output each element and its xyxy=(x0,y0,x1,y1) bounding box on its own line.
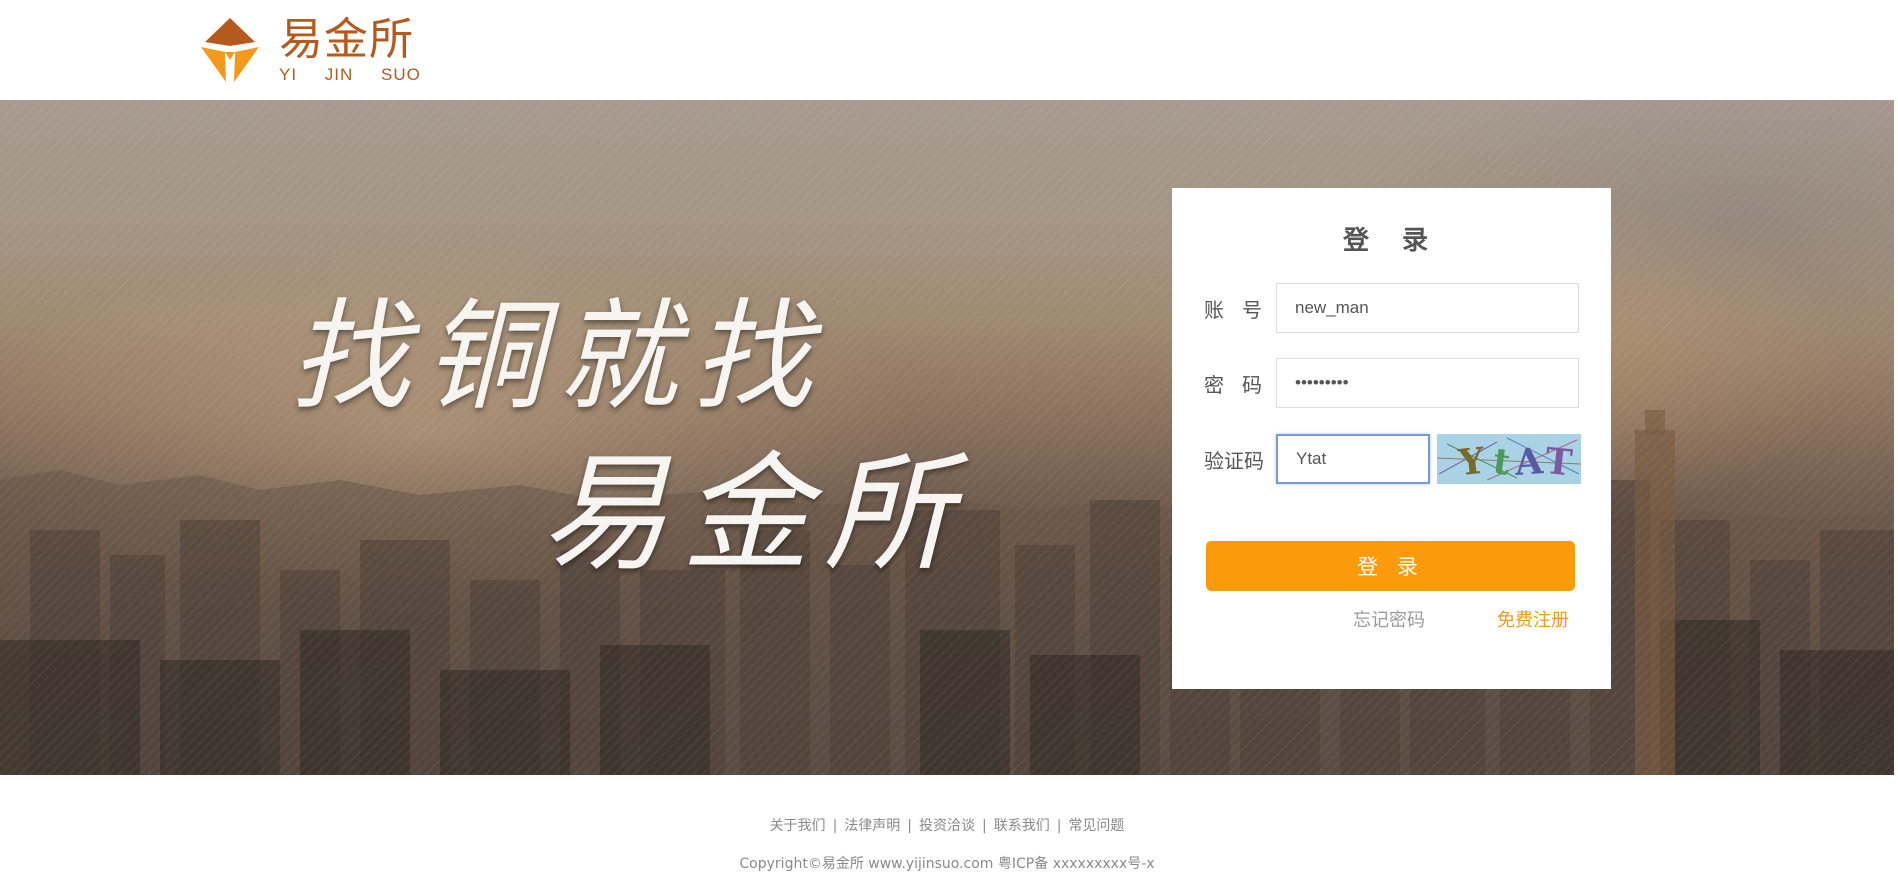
logo-english-name: YI JIN SUO xyxy=(279,65,421,84)
footer-link-faq[interactable]: 常见问题 xyxy=(1068,818,1124,834)
captcha-input[interactable] xyxy=(1276,434,1430,484)
password-input[interactable] xyxy=(1276,358,1579,408)
captcha-row: 验证码 Y t A T xyxy=(1204,434,1581,484)
footer-links: 关于我们 | 法律声明 | 投资洽谈 | 联系我们 | 常见问题 xyxy=(0,815,1894,835)
logo-text: 易金所 YI JIN SUO xyxy=(279,16,421,84)
password-row: 密 码 xyxy=(1204,358,1579,408)
footer-link-contact[interactable]: 联系我们 xyxy=(994,818,1050,834)
footer-separator: | xyxy=(1056,818,1062,834)
login-title: 登 录 xyxy=(1342,226,1441,256)
forgot-password-link[interactable]: 忘记密码 xyxy=(1353,606,1425,632)
free-register-link[interactable]: 免费注册 xyxy=(1497,606,1569,632)
account-label: 账 号 xyxy=(1204,297,1262,322)
account-input[interactable] xyxy=(1276,283,1579,333)
site-logo[interactable]: 易金所 YI JIN SUO xyxy=(195,16,421,88)
footer-link-legal[interactable]: 法律声明 xyxy=(844,818,900,834)
footer-link-about[interactable]: 关于我们 xyxy=(770,818,826,834)
login-submit-button[interactable]: 登 录 xyxy=(1206,541,1575,591)
footer-link-investment[interactable]: 投资洽谈 xyxy=(919,818,975,834)
captcha-image[interactable]: Y t A T xyxy=(1437,434,1581,484)
captcha-label: 验证码 xyxy=(1204,448,1264,473)
svg-text:T: T xyxy=(1543,440,1574,484)
logo-chinese-name: 易金所 xyxy=(279,14,414,65)
svg-text:A: A xyxy=(1512,440,1545,484)
diamond-roof-icon xyxy=(201,18,259,82)
footer-separator: | xyxy=(832,818,838,834)
login-panel: 登 录 账 号 密 码 验证码 Y t xyxy=(1172,188,1611,689)
slogan-line-1: 找铜就找 xyxy=(290,288,826,427)
footer-separator: | xyxy=(907,818,912,834)
footer-separator: | xyxy=(982,818,987,834)
password-label: 密 码 xyxy=(1204,372,1262,397)
account-row: 账 号 xyxy=(1204,283,1579,333)
slogan-line-2: 易金所 xyxy=(540,440,967,589)
copyright-text: Copyright©易金所 www.yijinsuo.com 粤ICP备 xxx… xyxy=(739,856,1155,872)
site-header: 易金所 YI JIN SUO xyxy=(0,0,1898,100)
site-footer: 关于我们 | 法律声明 | 投资洽谈 | 联系我们 | 常见问题 Copyright©易金所 w… xyxy=(0,775,1894,887)
